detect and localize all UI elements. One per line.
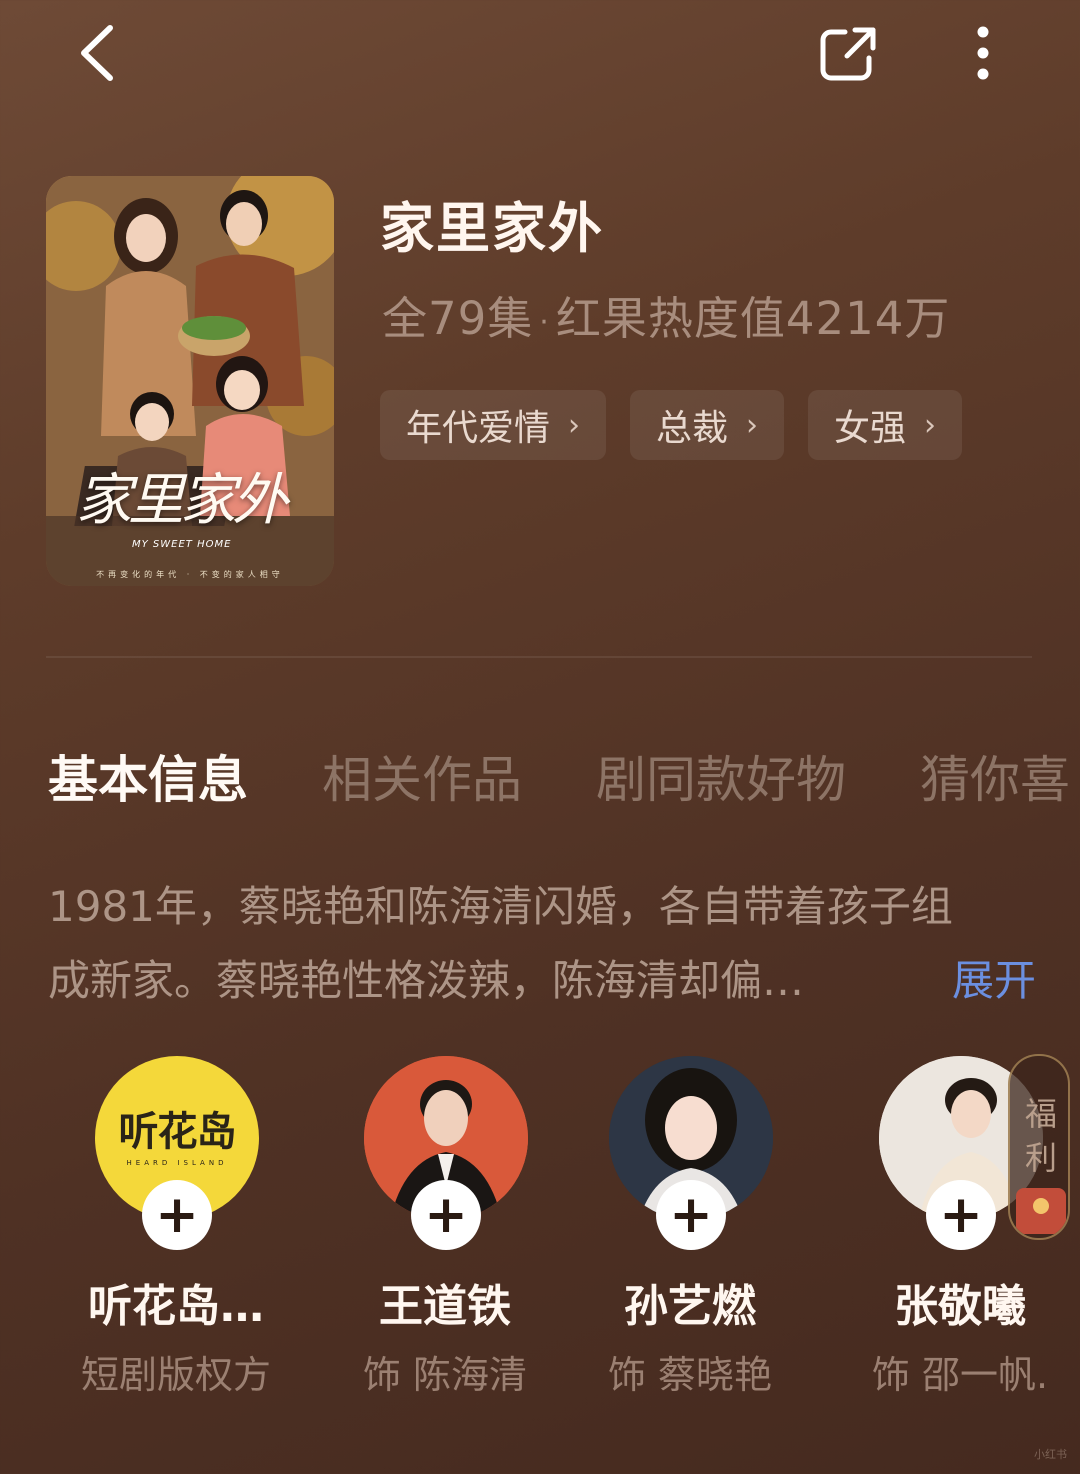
- welfare-label: 福利: [1024, 1095, 1057, 1177]
- heat-value: 红果热度值4214万: [555, 292, 951, 345]
- tab-same-products[interactable]: 剧同款好物: [596, 740, 846, 812]
- synopsis-line: 成新家。蔡晓艳性格泼辣，陈海清却偏…: [48, 956, 805, 1005]
- tag-chip[interactable]: 总裁 ›: [630, 390, 785, 460]
- poster-subtitle: MY SWEET HOME: [132, 539, 232, 550]
- follow-plus-icon[interactable]: +: [411, 1180, 481, 1250]
- tag-chip[interactable]: 女强 ›: [808, 390, 963, 460]
- tag-label: 总裁: [656, 408, 729, 449]
- cast-role: 饰 蔡晓艳: [607, 1353, 773, 1397]
- tag-label: 女强: [834, 408, 907, 449]
- poster-tagline: 不再变化的年代 · 不变的家人相守: [96, 570, 284, 579]
- welfare-float-button[interactable]: 福利: [1008, 1054, 1070, 1240]
- tag-label: 年代爱情: [406, 408, 551, 449]
- synopsis-line: 1981年，蔡晓艳和陈海清闪婚，各自带着孩子组: [48, 882, 953, 931]
- cast-list: 听花岛 HEARD ISLAND + 听花岛… 短剧版权方 + 王道铁 饰 陈海…: [0, 1056, 1080, 1416]
- synopsis: 1981年，蔡晓艳和陈海清闪婚，各自带着孩子组 成新家。蔡晓艳性格泼辣，陈海清却…: [48, 870, 1038, 1018]
- cast-role: 饰 邵一帆.: [871, 1353, 1049, 1397]
- cast-role: 饰 陈海清: [362, 1353, 528, 1397]
- genre-tags: 年代爱情 › 总裁 › 女强 ›: [380, 390, 963, 460]
- chevron-right-icon: ›: [746, 407, 759, 443]
- chevron-right-icon: ›: [568, 407, 581, 443]
- follow-plus-icon[interactable]: +: [142, 1180, 212, 1250]
- share-icon[interactable]: [815, 24, 881, 84]
- tab-recommend[interactable]: 猜你喜: [920, 740, 1070, 812]
- tab-related-works[interactable]: 相关作品: [322, 740, 522, 812]
- poster-logo: 家里家外: [76, 468, 288, 533]
- brand-logo-sub: HEARD ISLAND: [126, 1159, 228, 1167]
- follow-plus-icon[interactable]: +: [656, 1180, 726, 1250]
- tab-bar: 基本信息 相关作品 剧同款好物 猜你喜: [48, 740, 1080, 812]
- show-meta: 全79集 · 红果热度值4214万: [382, 282, 950, 347]
- envelope-seal: [1033, 1198, 1049, 1214]
- separator-dot: ·: [539, 304, 550, 340]
- tab-basic-info[interactable]: 基本信息: [48, 740, 248, 812]
- cast-name: 听花岛…: [88, 1281, 264, 1332]
- divider: [46, 656, 1032, 658]
- red-envelope-icon: [1016, 1188, 1066, 1234]
- cast-role: 短剧版权方: [80, 1353, 271, 1397]
- chevron-right-icon: ›: [924, 407, 937, 443]
- show-poster[interactable]: 家里家外 MY SWEET HOME 不再变化的年代 · 不变的家人相守: [46, 176, 334, 586]
- brand-logo-text: 听花岛: [118, 1109, 237, 1155]
- watermark: 小红书: [1034, 1448, 1067, 1461]
- top-bar: [0, 0, 1080, 110]
- show-title: 家里家外: [380, 197, 604, 260]
- cast-name: 张敬曦: [894, 1281, 1026, 1332]
- episode-count: 全79集: [382, 292, 534, 345]
- expand-link[interactable]: 展开: [952, 944, 1036, 1018]
- cast-name: 孙艺燃: [624, 1281, 756, 1332]
- more-vertical-icon[interactable]: [960, 22, 1006, 84]
- chevron-left-icon[interactable]: [72, 22, 128, 84]
- follow-plus-icon[interactable]: +: [926, 1180, 996, 1250]
- tag-chip[interactable]: 年代爱情 ›: [380, 390, 607, 460]
- cast-name: 王道铁: [379, 1281, 511, 1332]
